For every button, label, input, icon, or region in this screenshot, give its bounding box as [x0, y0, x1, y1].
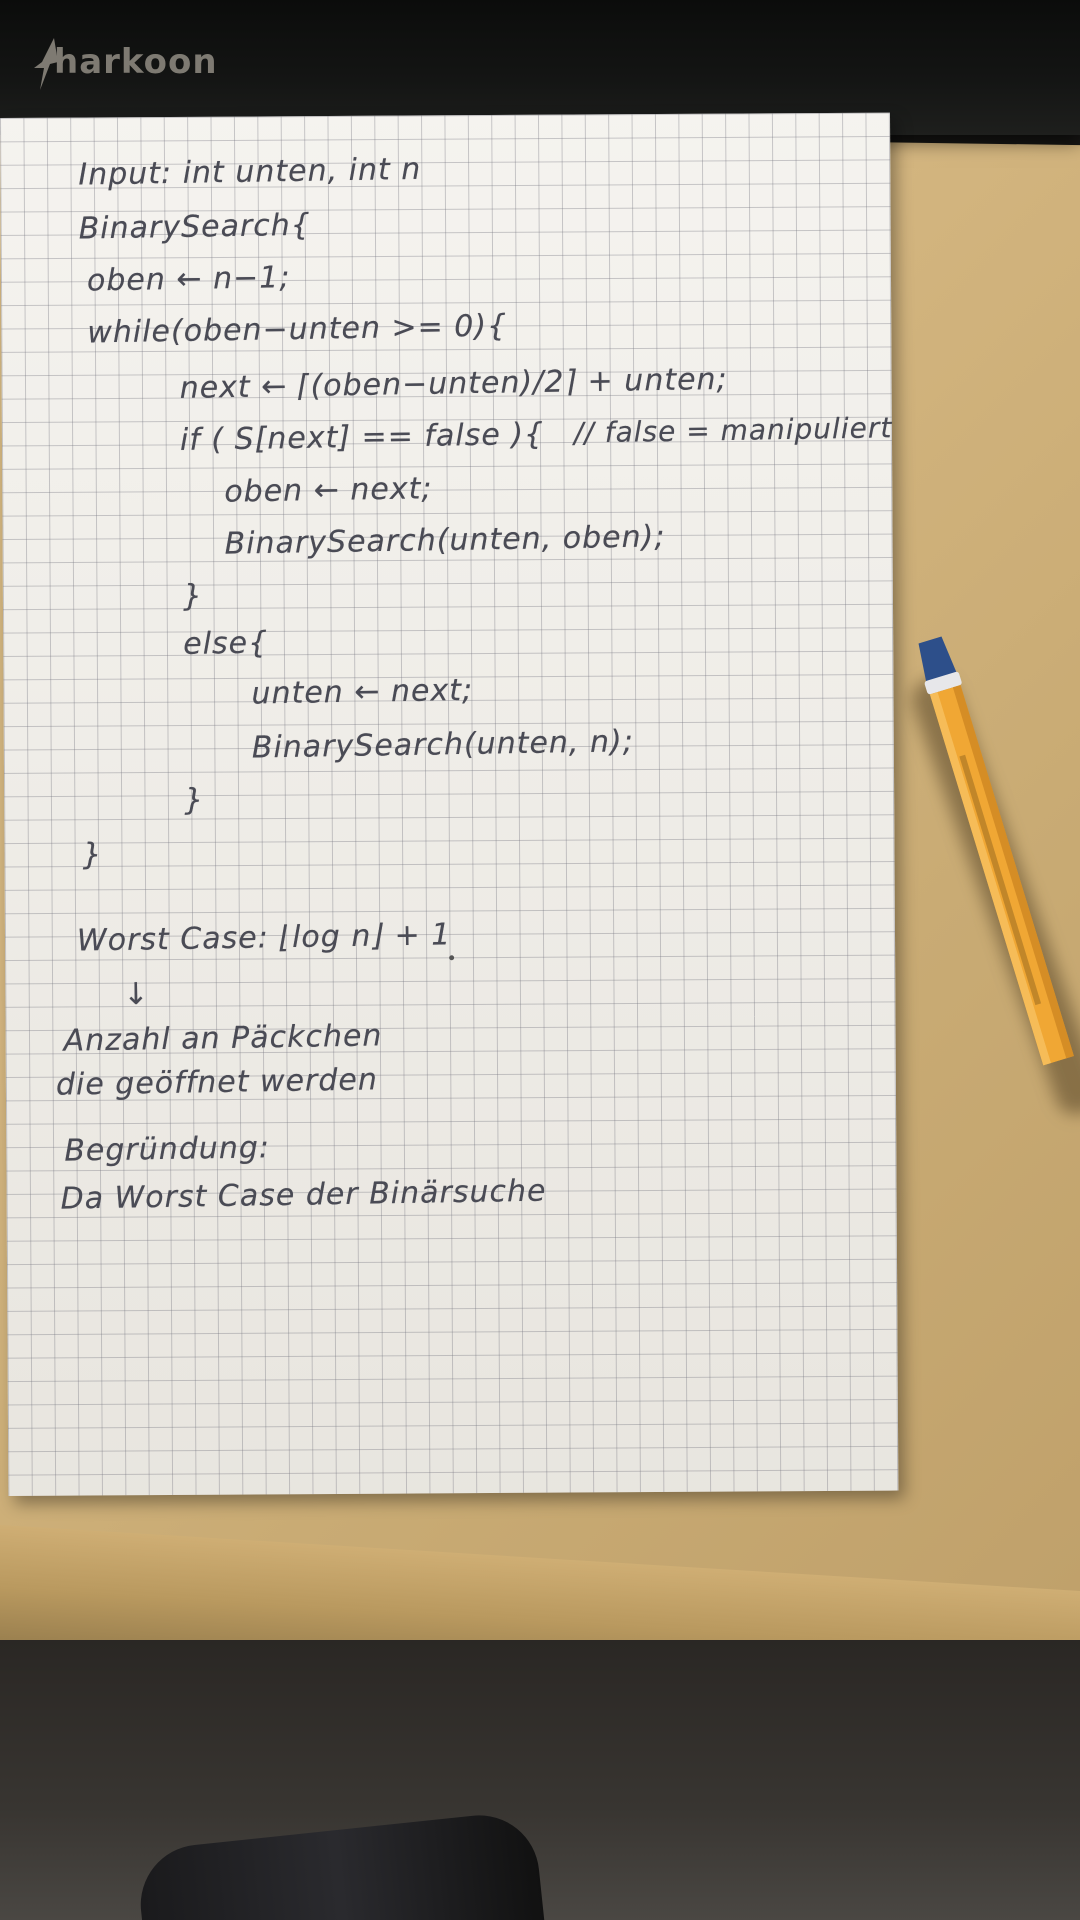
note-comment-manipuliert: // false = manipuliert — [573, 411, 893, 450]
note-if-condition: if ( S[next] == false ){ — [179, 416, 545, 458]
grid-paper-sheet: Input: int unten, int n BinarySearch{ ob… — [0, 112, 899, 1496]
handwritten-notes: Input: int unten, int n BinarySearch{ ob… — [0, 113, 898, 1496]
note-while-loop: while(oben−unten >= 0){ — [87, 308, 508, 351]
note-close-while: } — [183, 782, 205, 818]
brand-logo-text: harkoon — [54, 42, 218, 82]
note-reason-text: Da Worst Case der Binärsuche — [60, 1173, 547, 1217]
note-close-function: } — [82, 837, 103, 873]
note-count-line2: die geöffnet werden — [55, 1062, 379, 1103]
note-recursive-call-oben: BinarySearch(unten, oben); — [224, 519, 666, 562]
note-unten-next: unten ← next; — [251, 672, 474, 712]
brand-logo: harkoon — [32, 28, 232, 98]
down-arrow-icon: ↓ — [123, 976, 150, 1013]
note-count-line1: Anzahl an Päckchen — [63, 1018, 383, 1059]
note-recursive-call-n: BinarySearch(unten, n); — [251, 724, 635, 766]
note-oben-init: oben ← n−1; — [86, 260, 291, 299]
note-close-if: } — [182, 578, 204, 614]
note-oben-next: oben ← next; — [223, 471, 433, 510]
photo-scene: harkoon Input: int unten, int n BinarySe… — [0, 0, 1080, 1920]
note-worst-case: Worst Case: ⌊log n⌋ + 1 — [76, 917, 452, 959]
note-binarysearch-header: BinarySearch{ — [78, 207, 312, 247]
note-input-line: Input: int unten, int n — [78, 151, 422, 193]
note-next-assign: next ← ⌈(oben−unten)/2⌉ + unten; — [179, 361, 728, 406]
note-else: else{ — [182, 625, 269, 662]
note-reason-label: Begründung: — [64, 1130, 271, 1169]
ink-dot — [449, 955, 455, 961]
